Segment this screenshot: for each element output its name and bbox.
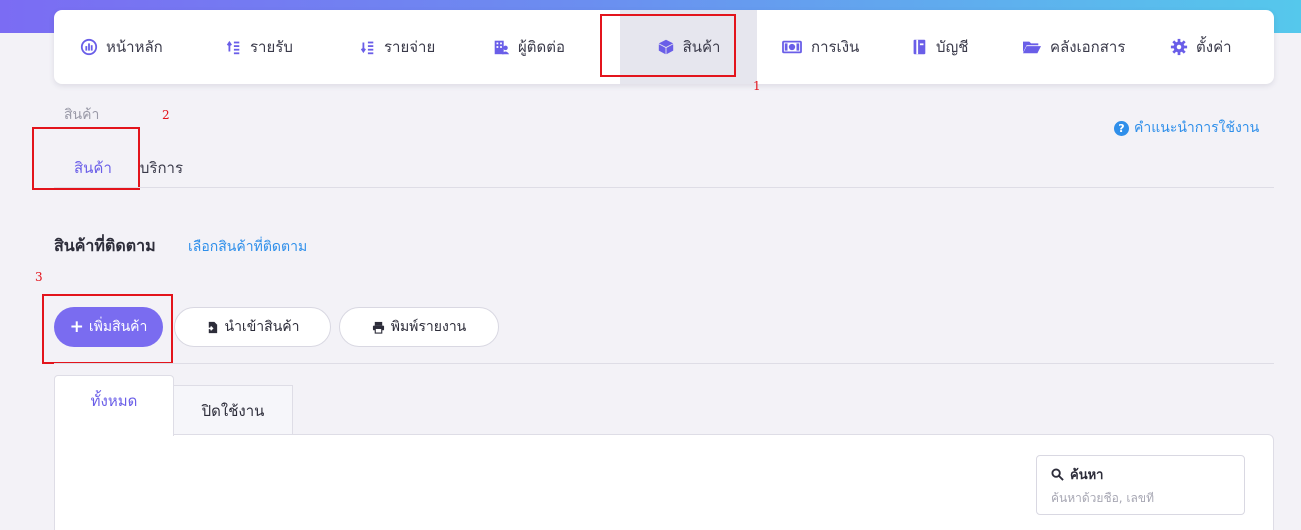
- help-link-label: คำแนะนำการใช้งาน: [1134, 120, 1260, 136]
- print-report-label: พิมพ์รายงาน: [390, 319, 467, 335]
- gear-icon: [1170, 38, 1188, 56]
- annotation-number: 1: [753, 79, 761, 93]
- nav-item-label: หน้าหลัก: [106, 38, 163, 56]
- search-input[interactable]: [1051, 491, 1230, 505]
- tab-services[interactable]: บริการ: [120, 148, 203, 188]
- search-box: ค้นหา: [1036, 455, 1245, 515]
- contacts-icon: [494, 40, 510, 55]
- nav-item-label: ผู้ติดต่อ: [518, 38, 566, 56]
- nav-item-contacts[interactable]: ผู้ติดต่อ: [478, 10, 620, 84]
- print-report-button[interactable]: พิมพ์รายงาน: [339, 307, 499, 347]
- nav-item-settings[interactable]: ตั้งค่า: [1164, 10, 1274, 84]
- annotation-number: 3: [35, 270, 43, 284]
- import-product-label: นำเข้าสินค้า: [224, 319, 300, 335]
- search-label-text: ค้นหา: [1070, 468, 1104, 483]
- section-divider: [54, 363, 1274, 364]
- product-subtabs: สินค้า บริการ: [54, 148, 203, 188]
- nav-item-label: บัญชี: [936, 38, 969, 56]
- import-product-button[interactable]: นำเข้าสินค้า: [174, 307, 331, 347]
- nav-item-expense[interactable]: รายจ่าย: [344, 10, 478, 84]
- ledger-icon: [913, 39, 926, 55]
- tab-all[interactable]: ทั้งหมด: [54, 375, 174, 436]
- printer-icon: [372, 321, 384, 334]
- select-followed-products-link[interactable]: เลือกสินค้าที่ติดตาม: [188, 236, 307, 258]
- nav-item-label: คลังเอกสาร: [1050, 38, 1126, 56]
- dashboard-icon: [80, 38, 98, 56]
- nav-item-documents[interactable]: คลังเอกสาร: [1008, 10, 1164, 84]
- annotation-number: 2: [162, 108, 170, 122]
- income-icon: [226, 40, 240, 55]
- add-product-button[interactable]: + เพิ่มสินค้า: [54, 307, 163, 347]
- money-icon: [782, 40, 802, 54]
- help-link[interactable]: ? คำแนะนำการใช้งาน: [1114, 117, 1259, 139]
- nav-item-label: ตั้งค่า: [1196, 38, 1232, 56]
- followed-products-title: สินค้าที่ติดตาม: [54, 236, 156, 255]
- tab-disabled[interactable]: ปิดใช้งาน: [173, 385, 293, 435]
- search-label: ค้นหา: [1051, 464, 1230, 485]
- annotation-box-products-nav: [600, 14, 736, 77]
- tab-divider: [54, 187, 1274, 188]
- nav-item-finance[interactable]: การเงิน: [757, 10, 896, 84]
- nav-item-label: รายรับ: [250, 38, 293, 56]
- nav-item-label: การเงิน: [811, 38, 860, 56]
- nav-item-home[interactable]: หน้าหลัก: [68, 10, 210, 84]
- search-icon: [1051, 468, 1064, 481]
- breadcrumb: สินค้า: [64, 107, 100, 123]
- nav-item-accounting[interactable]: บัญชี: [896, 10, 1008, 84]
- add-product-label: เพิ่มสินค้า: [88, 319, 148, 335]
- expense-icon: [360, 41, 374, 55]
- plus-icon: +: [69, 317, 84, 337]
- nav-item-income[interactable]: รายรับ: [210, 10, 344, 84]
- folder-icon: [1023, 41, 1041, 54]
- nav-item-label: รายจ่าย: [384, 38, 436, 56]
- import-file-icon: [206, 321, 217, 333]
- question-icon: ?: [1114, 120, 1129, 136]
